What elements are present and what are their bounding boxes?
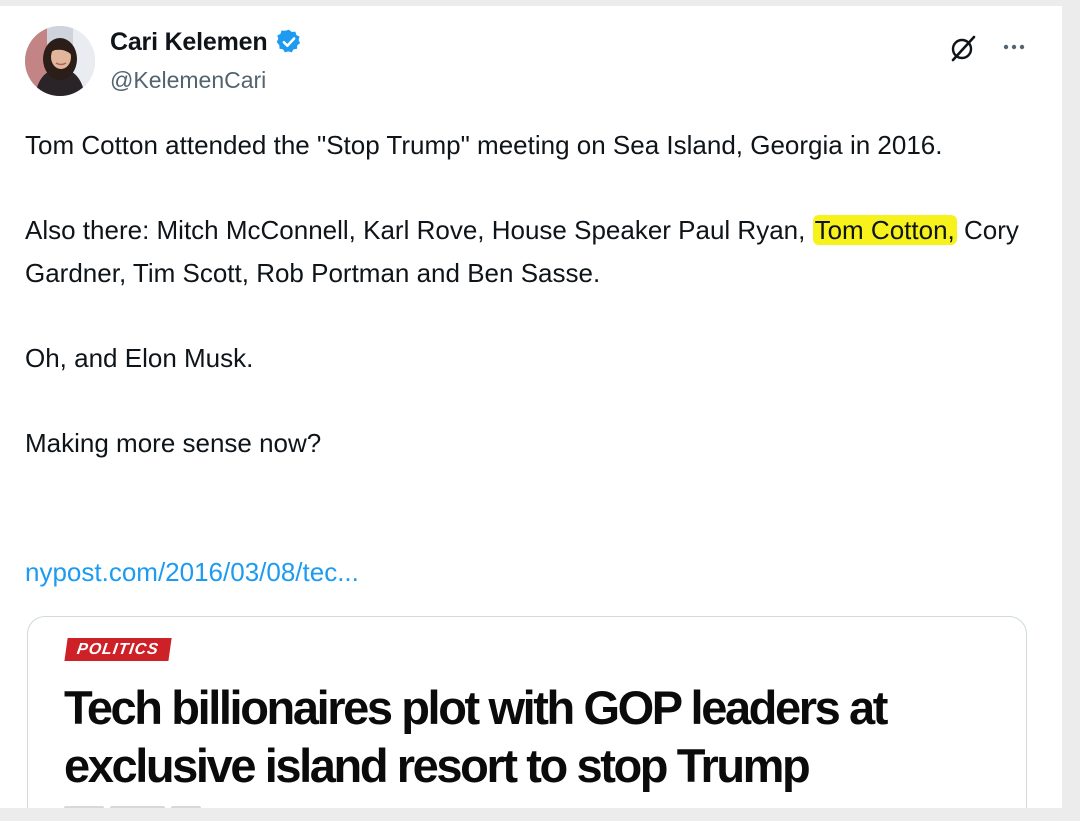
tweet-paragraph-2-before: Also there: Mitch McConnell, Karl Rove, … (25, 215, 813, 245)
tweet-text: Tom Cotton attended the "Stop Trump" mee… (25, 124, 1040, 465)
verified-badge-icon (275, 28, 303, 56)
article-link[interactable]: nypost.com/2016/03/08/tec... (25, 551, 359, 594)
tweet-paragraph-4: Making more sense now? (25, 428, 322, 458)
byline-bar (171, 806, 201, 808)
author-display-name[interactable]: Cari Kelemen (110, 29, 268, 55)
link-preview-card[interactable]: POLITICS Tech billionaires plot with GOP… (27, 616, 1027, 808)
category-tag: POLITICS (64, 638, 172, 662)
author-handle[interactable]: @KelemenCari (110, 69, 266, 92)
grok-icon[interactable] (949, 34, 977, 62)
byline-bar (110, 806, 165, 808)
byline-placeholder (64, 806, 224, 808)
more-options-icon[interactable] (994, 36, 1034, 58)
tweet-paragraph-3: Oh, and Elon Musk. (25, 343, 254, 373)
avatar[interactable] (25, 26, 95, 96)
tweet-card: Cari Kelemen @KelemenCari Tom Cotton att… (0, 6, 1062, 808)
article-headline[interactable]: Tech billionaires plot with GOP leaders … (64, 679, 1024, 795)
byline-bar (64, 806, 104, 808)
tweet-paragraph-1: Tom Cotton attended the "Stop Trump" mee… (25, 130, 943, 160)
tweet-paragraph-2: Also there: Mitch McConnell, Karl Rove, … (25, 209, 1040, 295)
author-name-row[interactable]: Cari Kelemen (110, 28, 303, 56)
highlighted-text: Tom Cotton, (812, 215, 957, 245)
